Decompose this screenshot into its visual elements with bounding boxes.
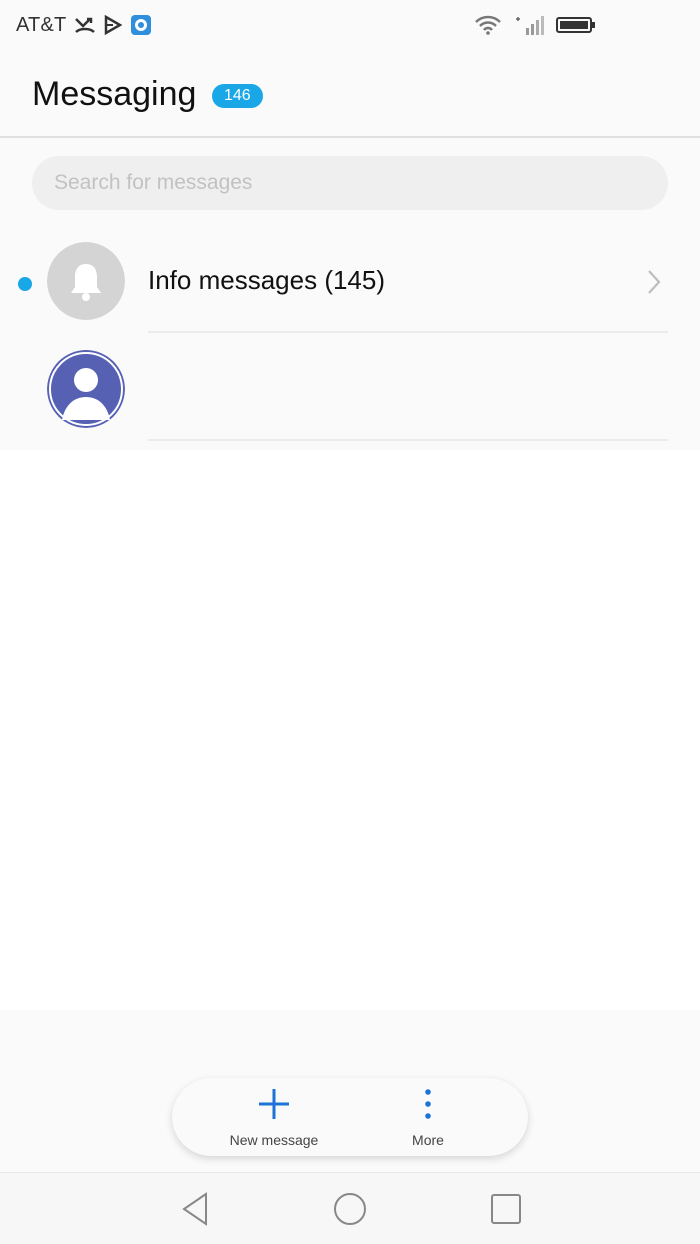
more-button[interactable]: More: [372, 1086, 484, 1148]
chevron-right-icon: [646, 268, 662, 301]
more-label: More: [412, 1132, 444, 1148]
play-store-icon: [104, 15, 123, 35]
conversation-item-contact[interactable]: [0, 350, 700, 446]
bell-icon: [47, 242, 125, 320]
conversation-item-info-messages[interactable]: Info messages (145): [0, 242, 700, 338]
row-divider: [148, 331, 668, 333]
header-divider: [0, 136, 700, 138]
plus-icon: [256, 1086, 292, 1127]
home-icon[interactable]: [330, 1191, 370, 1227]
shield-app-icon: [130, 14, 152, 36]
app-header: Messaging 146: [0, 48, 700, 136]
cell-signal-icon: [514, 14, 544, 36]
system-nav-bar: [0, 1172, 700, 1244]
row-divider: [148, 439, 668, 441]
empty-list-area: [0, 450, 700, 1010]
person-icon: [47, 350, 125, 428]
back-icon[interactable]: [176, 1191, 216, 1227]
unread-dot: [18, 277, 32, 291]
page-title: Messaging: [32, 75, 197, 113]
conversation-title: Info messages (145): [148, 265, 386, 295]
carrier-name: AT&T: [16, 13, 67, 36]
new-message-label: New message: [229, 1132, 319, 1148]
unread-count-badge: 146: [212, 84, 263, 108]
status-right: [474, 12, 596, 38]
status-left: AT&T: [16, 12, 152, 38]
missed-call-icon: [74, 15, 96, 35]
recents-icon[interactable]: [486, 1191, 526, 1227]
wifi-icon: [474, 15, 502, 35]
status-bar: AT&T: [0, 0, 700, 48]
new-message-button[interactable]: New message: [204, 1086, 344, 1148]
action-bar: New message More: [172, 1078, 528, 1156]
search-input[interactable]: [32, 156, 668, 210]
more-vertical-icon: [410, 1086, 446, 1127]
battery-icon: [556, 16, 596, 34]
